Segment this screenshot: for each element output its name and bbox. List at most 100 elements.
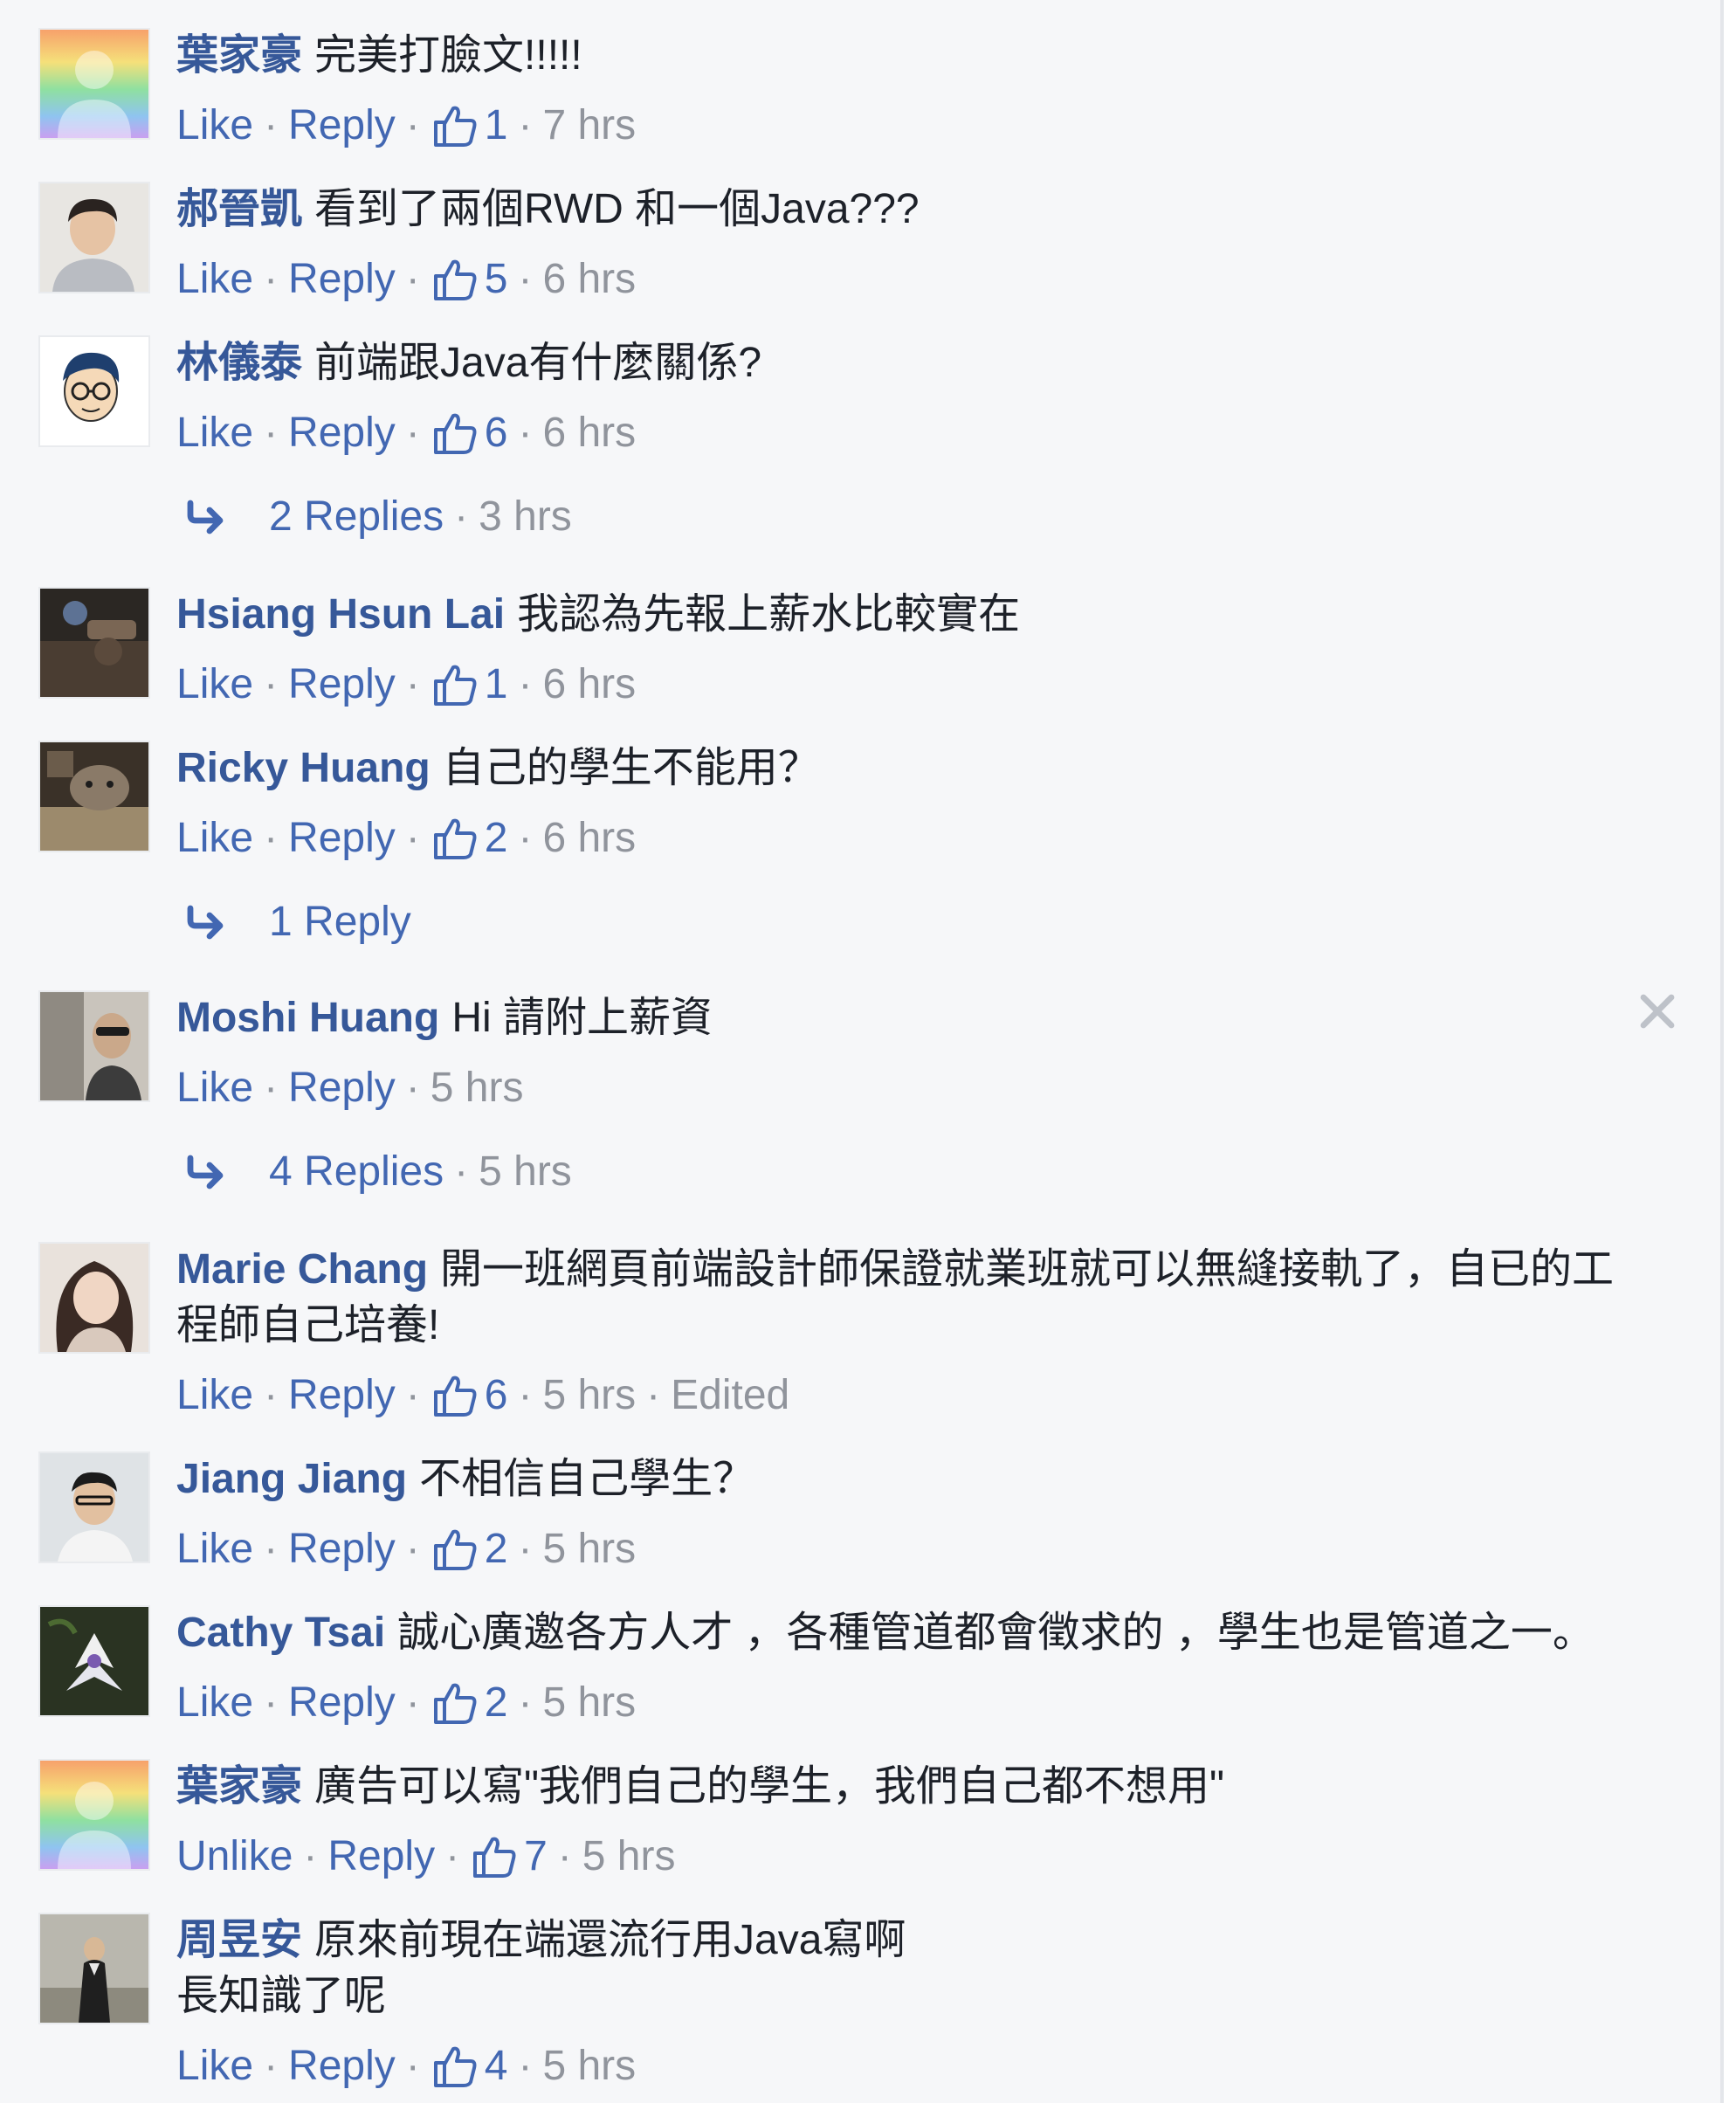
like-count[interactable]: 4 (485, 2038, 508, 2094)
avatar[interactable] (38, 1242, 150, 1354)
comment-author[interactable]: 林儀泰 (176, 340, 302, 386)
reply-arrow-icon (185, 500, 231, 534)
replies-count[interactable]: 4 Replies (269, 1144, 444, 1200)
like-count[interactable]: 2 (485, 810, 508, 866)
avatar[interactable] (38, 1605, 150, 1717)
separator: · (405, 102, 420, 148)
separator: · (405, 661, 420, 707)
close-icon[interactable] (1636, 990, 1678, 1032)
reply-button[interactable]: Reply (288, 98, 396, 154)
comment-text: 前端跟Java有什麼關係? (314, 340, 762, 386)
separator: · (264, 661, 279, 707)
like-button[interactable]: Like (176, 1368, 253, 1424)
like-button[interactable]: Like (176, 2038, 253, 2094)
timestamp[interactable]: 5 hrs (431, 1060, 524, 1116)
reply-thread-link[interactable]: 1 Reply (185, 894, 411, 950)
thumbs-up-icon[interactable] (431, 2042, 479, 2091)
timestamp[interactable]: 5 hrs (542, 1521, 636, 1577)
reply-thread-link[interactable]: 4 Replies · 5 hrs (185, 1144, 572, 1200)
thumbs-up-icon[interactable] (431, 1525, 479, 1574)
thumbs-up-icon[interactable] (431, 814, 479, 863)
reply-button[interactable]: Reply (288, 1060, 396, 1116)
reply-button[interactable]: Reply (288, 2038, 396, 2094)
reply-button[interactable]: Reply (288, 1675, 396, 1731)
separator: · (405, 256, 420, 302)
avatar[interactable] (38, 335, 150, 447)
comment-author[interactable]: 葉家豪 (176, 32, 302, 79)
separator: · (264, 1679, 279, 1726)
avatar[interactable] (38, 990, 150, 1102)
user-photo (40, 992, 148, 1100)
like-button[interactable]: Like (176, 1060, 253, 1116)
thumbs-up-icon[interactable] (431, 409, 479, 458)
comment-author[interactable]: Hsiang Hsun Lai (176, 591, 505, 638)
unlike-button[interactable]: Unlike (176, 1829, 293, 1885)
like-count[interactable]: 2 (485, 1521, 508, 1577)
thumbs-up-icon[interactable] (431, 255, 479, 304)
replies-count[interactable]: 1 Reply (269, 894, 411, 950)
comment-actions: Like · Reply · 1 · 6 hrs (176, 657, 1617, 713)
reply-button[interactable]: Reply (288, 252, 396, 307)
comment-text: 看到了兩個RWD 和一個Java??? (314, 186, 920, 232)
like-count[interactable]: 1 (485, 98, 508, 154)
separator: · (264, 256, 279, 302)
reply-button[interactable]: Reply (288, 405, 396, 461)
thumbs-up-icon[interactable] (431, 1371, 479, 1420)
comment-author[interactable]: Ricky Huang (176, 745, 431, 791)
timestamp[interactable]: 7 hrs (542, 98, 636, 154)
avatar[interactable] (38, 1913, 150, 2024)
timestamp[interactable]: 5 hrs (582, 1829, 676, 1885)
comment-author[interactable]: Moshi Huang (176, 995, 439, 1041)
separator: · (264, 1372, 279, 1418)
reply-button[interactable]: Reply (327, 1829, 435, 1885)
thumbs-up-icon[interactable] (470, 1832, 519, 1881)
thumbs-up-icon[interactable] (431, 660, 479, 709)
like-count[interactable]: 7 (524, 1829, 548, 1885)
comment-text: 自己的學生不能用？ (442, 745, 820, 791)
timestamp[interactable]: 6 hrs (542, 657, 636, 713)
reply-thread-link[interactable]: 2 Replies · 3 hrs (185, 489, 572, 545)
thumbs-up-icon[interactable] (431, 1679, 479, 1727)
like-count[interactable]: 6 (485, 1368, 508, 1424)
separator: · (518, 815, 533, 861)
like-button[interactable]: Like (176, 1521, 253, 1577)
comment-author[interactable]: Marie Chang (176, 1246, 428, 1293)
timestamp[interactable]: 5 hrs (542, 1368, 636, 1424)
comment-author[interactable]: Jiang Jiang (176, 1456, 407, 1502)
reply-button[interactable]: Reply (288, 1521, 396, 1577)
reply-button[interactable]: Reply (288, 810, 396, 866)
like-count[interactable]: 5 (485, 252, 508, 307)
timestamp[interactable]: 6 hrs (542, 405, 636, 461)
avatar[interactable] (38, 587, 150, 699)
like-button[interactable]: Like (176, 657, 253, 713)
like-count[interactable]: 1 (485, 657, 508, 713)
timestamp[interactable]: 5 hrs (542, 1675, 636, 1731)
comment-author[interactable]: 葉家豪 (176, 1763, 302, 1810)
avatar[interactable] (38, 28, 150, 140)
avatar[interactable] (38, 741, 150, 852)
like-count[interactable]: 2 (485, 1675, 508, 1731)
like-button[interactable]: Like (176, 405, 253, 461)
avatar[interactable] (38, 1759, 150, 1871)
timestamp[interactable]: 6 hrs (542, 252, 636, 307)
comment-author[interactable]: 周昱安 (176, 1917, 302, 1963)
replies-count[interactable]: 2 Replies (269, 489, 444, 545)
avatar[interactable] (38, 1451, 150, 1563)
thumbs-up-icon[interactable] (431, 101, 479, 150)
edited-label[interactable]: Edited (671, 1368, 789, 1424)
like-button[interactable]: Like (176, 1675, 253, 1731)
like-button[interactable]: Like (176, 252, 253, 307)
comment-author[interactable]: Cathy Tsai (176, 1610, 385, 1656)
reply-button[interactable]: Reply (288, 657, 396, 713)
like-button[interactable]: Like (176, 98, 253, 154)
reply-button[interactable]: Reply (288, 1368, 396, 1424)
like-button[interactable]: Like (176, 810, 253, 866)
comment-content: Ricky Huang 自己的學生不能用？ (176, 741, 1617, 796)
timestamp[interactable]: 5 hrs (542, 2038, 636, 2094)
comment-thread: 葉家豪完美打臉文!!!!! Like · Reply · 1 · 7 hrs (0, 0, 1736, 2103)
comment-actions: Like · Reply · 2 · 5 hrs (176, 1521, 1617, 1577)
avatar[interactable] (38, 182, 150, 293)
timestamp[interactable]: 6 hrs (542, 810, 636, 866)
like-count[interactable]: 6 (485, 405, 508, 461)
comment-author[interactable]: 郝晉凱 (176, 186, 302, 232)
